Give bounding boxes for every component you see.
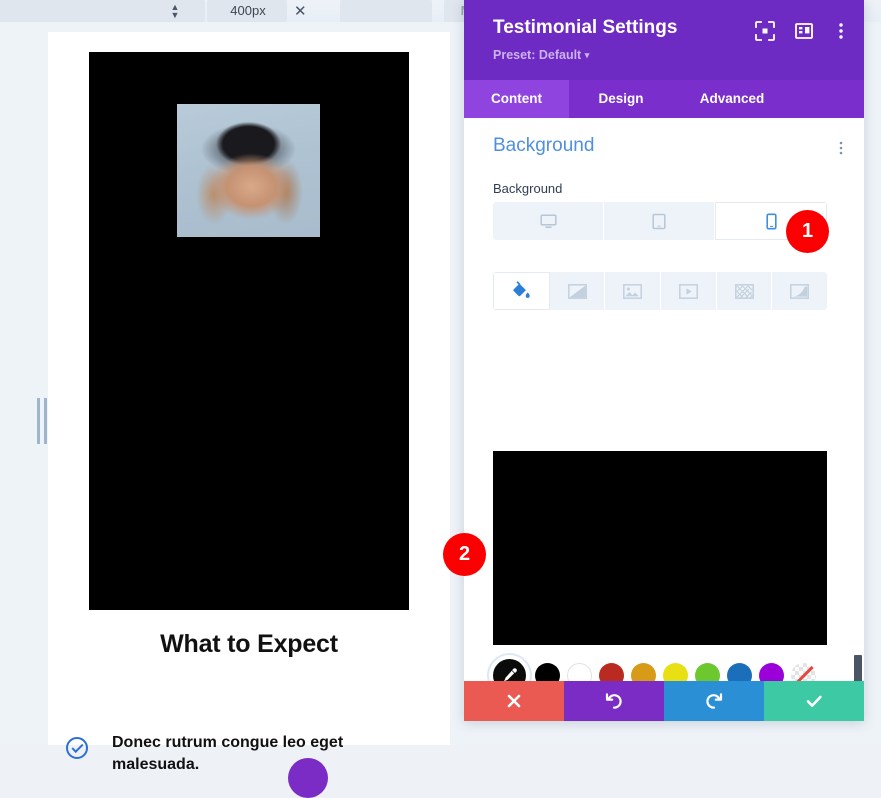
more-vertical-icon[interactable]	[830, 20, 852, 42]
tablet-icon	[652, 213, 666, 230]
redo-button[interactable]	[664, 681, 764, 721]
benefit-text: Donec rutrum congue leo eget malesuada.	[112, 732, 372, 776]
device-tab-desktop[interactable]	[493, 202, 604, 240]
testimonial-portrait-image	[177, 104, 320, 237]
bgtype-color[interactable]	[493, 272, 550, 310]
bgtype-video[interactable]	[661, 272, 717, 310]
callout-badge-1: 1	[786, 210, 829, 253]
redo-icon	[704, 691, 724, 711]
panel-scrollbar-track	[854, 120, 864, 675]
tab-content[interactable]: Content	[464, 80, 569, 118]
focus-frame-icon[interactable]	[754, 20, 776, 42]
width-value: 400px	[212, 3, 284, 18]
callout-badge-2: 2	[443, 533, 486, 576]
vertical-drag-handle-icon[interactable]	[36, 398, 48, 444]
panel-tab-bar: Content Design Advanced	[464, 80, 864, 118]
settings-action-bar	[464, 681, 864, 721]
tab-advanced[interactable]: Advanced	[673, 80, 791, 118]
testimonial-settings-panel: Testimonial Settings Preset: Default ▾	[464, 0, 864, 721]
video-icon	[679, 284, 698, 299]
desktop-icon	[540, 213, 557, 230]
mask-icon	[790, 284, 809, 299]
phone-icon	[766, 213, 777, 230]
panel-title: Testimonial Settings	[493, 17, 677, 39]
spinner-up-down-icon[interactable]: ▲▼	[167, 3, 183, 19]
image-icon	[623, 284, 642, 299]
page-heading: What to Expect	[48, 630, 450, 659]
check-icon	[804, 691, 824, 711]
panel-layout-icon[interactable]	[793, 20, 815, 42]
save-button[interactable]	[764, 681, 864, 721]
background-field-label: Background	[493, 181, 562, 196]
check-circle-icon	[66, 737, 88, 759]
gradient-icon	[568, 284, 587, 299]
undo-icon	[604, 691, 624, 711]
bgtype-mask[interactable]	[772, 272, 827, 310]
bgtype-pattern[interactable]	[717, 272, 773, 310]
page-preview: What to Expect Donec rutrum congue leo e…	[48, 32, 450, 745]
pattern-icon	[735, 284, 754, 299]
section-title: Background	[493, 135, 594, 157]
panel-header: Testimonial Settings Preset: Default ▾	[464, 0, 864, 80]
cancel-button[interactable]	[464, 681, 564, 721]
testimonial-hero-block[interactable]	[89, 52, 409, 610]
tab-design[interactable]: Design	[569, 80, 673, 118]
chevron-down-icon: ▾	[585, 50, 590, 60]
paint-bucket-icon	[511, 281, 531, 301]
close-icon	[505, 692, 523, 710]
preset-dropdown[interactable]: Preset: Default ▾	[493, 48, 589, 62]
device-tab-tablet[interactable]	[604, 202, 715, 240]
panel-body: Background Background	[464, 118, 864, 721]
close-icon[interactable]: ✕	[294, 2, 307, 20]
toolbar-field-right[interactable]	[340, 0, 432, 22]
decorative-purple-circle	[288, 758, 328, 798]
preset-label: Preset: Default	[493, 48, 581, 62]
undo-button[interactable]	[564, 681, 664, 721]
background-type-group	[493, 272, 827, 310]
device-toggle-group	[493, 202, 827, 240]
bgtype-gradient[interactable]	[550, 272, 606, 310]
background-color-preview[interactable]	[493, 451, 827, 645]
more-vertical-icon[interactable]	[835, 140, 847, 156]
bgtype-image[interactable]	[605, 272, 661, 310]
